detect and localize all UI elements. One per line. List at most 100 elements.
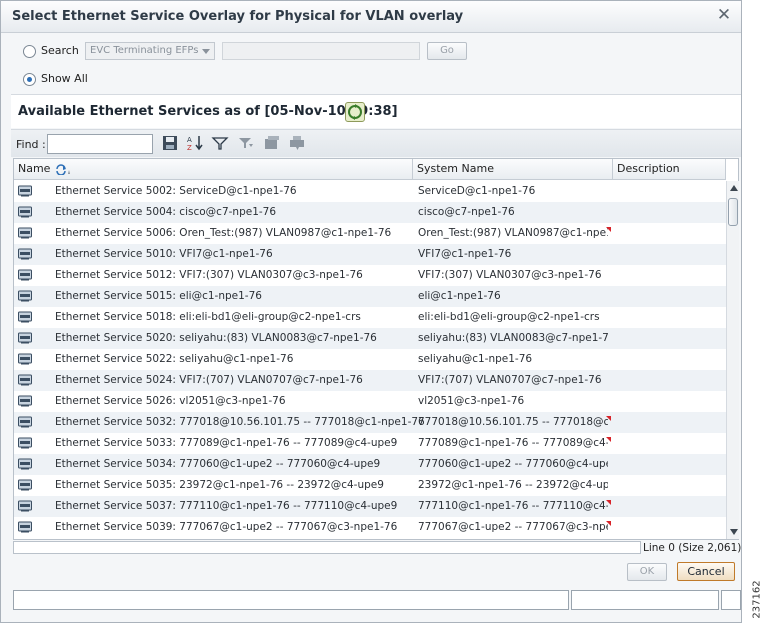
system-name: eli@c1-npe1-76 <box>418 290 501 302</box>
system-name: VFI7:(707) VLAN0707@c7-npe1-76 <box>418 374 602 386</box>
ethernet-service-icon <box>18 227 32 239</box>
search-radio[interactable] <box>23 45 36 58</box>
table-row[interactable]: Ethernet Service 5035: 23972@c1-npe1-76 … <box>14 475 726 496</box>
table-row[interactable]: Ethernet Service 5034: 777060@c1-upe2 --… <box>14 454 726 475</box>
service-name: Ethernet Service 5032: 777018@10.56.101.… <box>55 416 425 428</box>
vertical-scrollbar[interactable] <box>726 181 739 539</box>
table-row[interactable]: Ethernet Service 5010: VFI7@c1-npe1-76 VF… <box>14 244 726 265</box>
go-button[interactable]: Go <box>427 42 467 60</box>
system-name: 777089@c1-npe1-76 -- 777089@c4-u... <box>418 437 608 449</box>
search-radio-label[interactable]: Search <box>41 44 79 57</box>
scroll-up-icon[interactable] <box>730 185 738 191</box>
table-row[interactable]: Ethernet Service 5020: seliyahu:(83) VLA… <box>14 328 726 349</box>
show-all-radio[interactable] <box>23 73 36 86</box>
status-cell-secondary <box>571 590 719 610</box>
horizontal-scrollbar[interactable] <box>13 541 641 554</box>
table-row[interactable]: Ethernet Service 5018: eli:eli-bd1@eli-g… <box>14 307 726 328</box>
filter-icon[interactable] <box>211 134 229 152</box>
services-table: Name System Name Description Ethernet Se… <box>13 158 739 540</box>
cancel-button[interactable]: Cancel <box>677 562 735 581</box>
system-name: seliyahu:(83) VLAN0083@c7-npe1-76 <box>418 332 608 344</box>
table-row[interactable]: Ethernet Service 5015: eli@c1-npe1-76 eli… <box>14 286 726 307</box>
ethernet-service-icon <box>18 311 32 323</box>
scroll-thumb[interactable] <box>728 198 738 226</box>
table-row[interactable]: Ethernet Service 5039: 777067@c1-upe2 --… <box>14 517 726 538</box>
sort-indicator-icon[interactable] <box>56 164 70 175</box>
table-body: Ethernet Service 5002: ServiceD@c1-npe1-… <box>14 181 726 539</box>
line-info: Line 0 (Size 2,061) <box>643 542 742 554</box>
sort-az-icon[interactable]: A Z <box>186 134 204 152</box>
refresh-icon[interactable] <box>345 102 365 122</box>
table-row[interactable]: Ethernet Service 5006: Oren_Test:(987) V… <box>14 223 726 244</box>
show-all-radio-label[interactable]: Show All <box>41 72 88 85</box>
table-row[interactable]: Ethernet Service 5022: seliyahu@c1-npe1-… <box>14 349 726 370</box>
status-bar <box>13 590 741 610</box>
close-icon[interactable]: ✕ <box>715 6 733 24</box>
table-row[interactable]: Ethernet Service 5004: cisco@c7-npe1-76 c… <box>14 202 726 223</box>
search-type-value: EVC Terminating EFPs <box>90 45 199 56</box>
dialog-window: Select Ethernet Service Overlay for Phys… <box>0 0 742 623</box>
print-icon[interactable] <box>288 134 306 152</box>
advanced-filter-icon[interactable] <box>237 134 255 152</box>
search-input[interactable] <box>222 42 420 60</box>
ethernet-service-icon <box>18 353 32 365</box>
ethernet-service-icon <box>18 332 32 344</box>
service-name: Ethernet Service 5035: 23972@c1-npe1-76 … <box>55 479 384 491</box>
column-header-name-label: Name <box>18 162 51 175</box>
title-bar[interactable]: Select Ethernet Service Overlay for Phys… <box>1 1 741 33</box>
ethernet-service-icon <box>18 374 32 386</box>
ok-button[interactable]: OK <box>627 563 667 581</box>
find-input[interactable] <box>47 134 153 154</box>
search-type-combo[interactable]: EVC Terminating EFPs <box>85 42 215 60</box>
service-name: Ethernet Service 5024: VFI7:(707) VLAN07… <box>55 374 363 386</box>
service-name: Ethernet Service 5012: VFI7:(307) VLAN03… <box>55 269 363 281</box>
ethernet-service-icon <box>18 500 32 512</box>
services-header: Available Ethernet Services as of [05-No… <box>11 94 741 128</box>
service-name: Ethernet Service 5020: seliyahu:(83) VLA… <box>55 332 377 344</box>
truncation-marker-icon <box>606 416 611 421</box>
system-name: seliyahu@c1-npe1-76 <box>418 353 533 365</box>
service-name: Ethernet Service 5022: seliyahu@c1-npe1-… <box>55 353 294 365</box>
system-name: VFI7@c1-npe1-76 <box>418 248 512 260</box>
ethernet-service-icon <box>18 395 32 407</box>
table-header: Name System Name Description <box>14 159 726 180</box>
table-row[interactable]: Ethernet Service 5037: 777110@c1-npe1-76… <box>14 496 726 517</box>
status-cell-main <box>13 590 569 610</box>
system-name: VFI7:(307) VLAN0307@c3-npe1-76 <box>418 269 602 281</box>
find-label: Find : <box>16 138 46 151</box>
ethernet-service-icon <box>18 458 32 470</box>
ethernet-service-icon <box>18 416 32 428</box>
column-header-description[interactable]: Description <box>613 159 726 180</box>
table-row[interactable]: Ethernet Service 5024: VFI7:(707) VLAN07… <box>14 370 726 391</box>
truncation-marker-icon <box>606 437 611 442</box>
ethernet-service-icon <box>18 479 32 491</box>
ethernet-service-icon <box>18 437 32 449</box>
table-row[interactable]: Ethernet Service 5012: VFI7:(307) VLAN03… <box>14 265 726 286</box>
table-row[interactable]: Ethernet Service 5026: vl2051@c3-npe1-76… <box>14 391 726 412</box>
status-cell-resize <box>721 590 741 610</box>
table-row[interactable]: Ethernet Service 5032: 777018@10.56.101.… <box>14 412 726 433</box>
truncation-marker-icon <box>606 500 611 505</box>
table-row[interactable]: Ethernet Service 5033: 777089@c1-npe1-76… <box>14 433 726 454</box>
svg-text:A: A <box>187 136 192 144</box>
search-panel: Search EVC Terminating EFPs Go Show All <box>1 34 741 94</box>
services-title: Available Ethernet Services as of [05-No… <box>18 104 398 119</box>
column-header-name[interactable]: Name <box>14 159 413 180</box>
system-name: 777067@c1-upe2 -- 777067@c3-npe... <box>418 521 608 533</box>
system-name: vl2051@c3-npe1-76 <box>418 395 525 407</box>
system-name: 777060@c1-upe2 -- 777060@c4-upe9 <box>418 458 608 470</box>
service-name: Ethernet Service 5033: 777089@c1-npe1-76… <box>55 437 398 449</box>
truncation-marker-icon <box>606 227 611 232</box>
column-header-system-name[interactable]: System Name <box>413 159 613 180</box>
scroll-down-icon[interactable] <box>730 529 738 535</box>
ethernet-service-icon <box>18 290 32 302</box>
save-icon[interactable] <box>161 134 179 152</box>
system-name: 777018@10.56.101.75 -- 777018@c1... <box>418 416 608 428</box>
export-icon[interactable] <box>263 134 281 152</box>
system-name: Oren_Test:(987) VLAN0987@c1-npe1... <box>418 227 608 239</box>
service-name: Ethernet Service 5039: 777067@c1-upe2 --… <box>55 521 398 533</box>
table-row[interactable]: Ethernet Service 5002: ServiceD@c1-npe1-… <box>14 181 726 202</box>
chevron-down-icon <box>202 49 210 54</box>
system-name: eli:eli-bd1@eli-group@c2-npe1-crs <box>418 311 600 323</box>
figure-id-text: 237162 <box>751 580 763 619</box>
